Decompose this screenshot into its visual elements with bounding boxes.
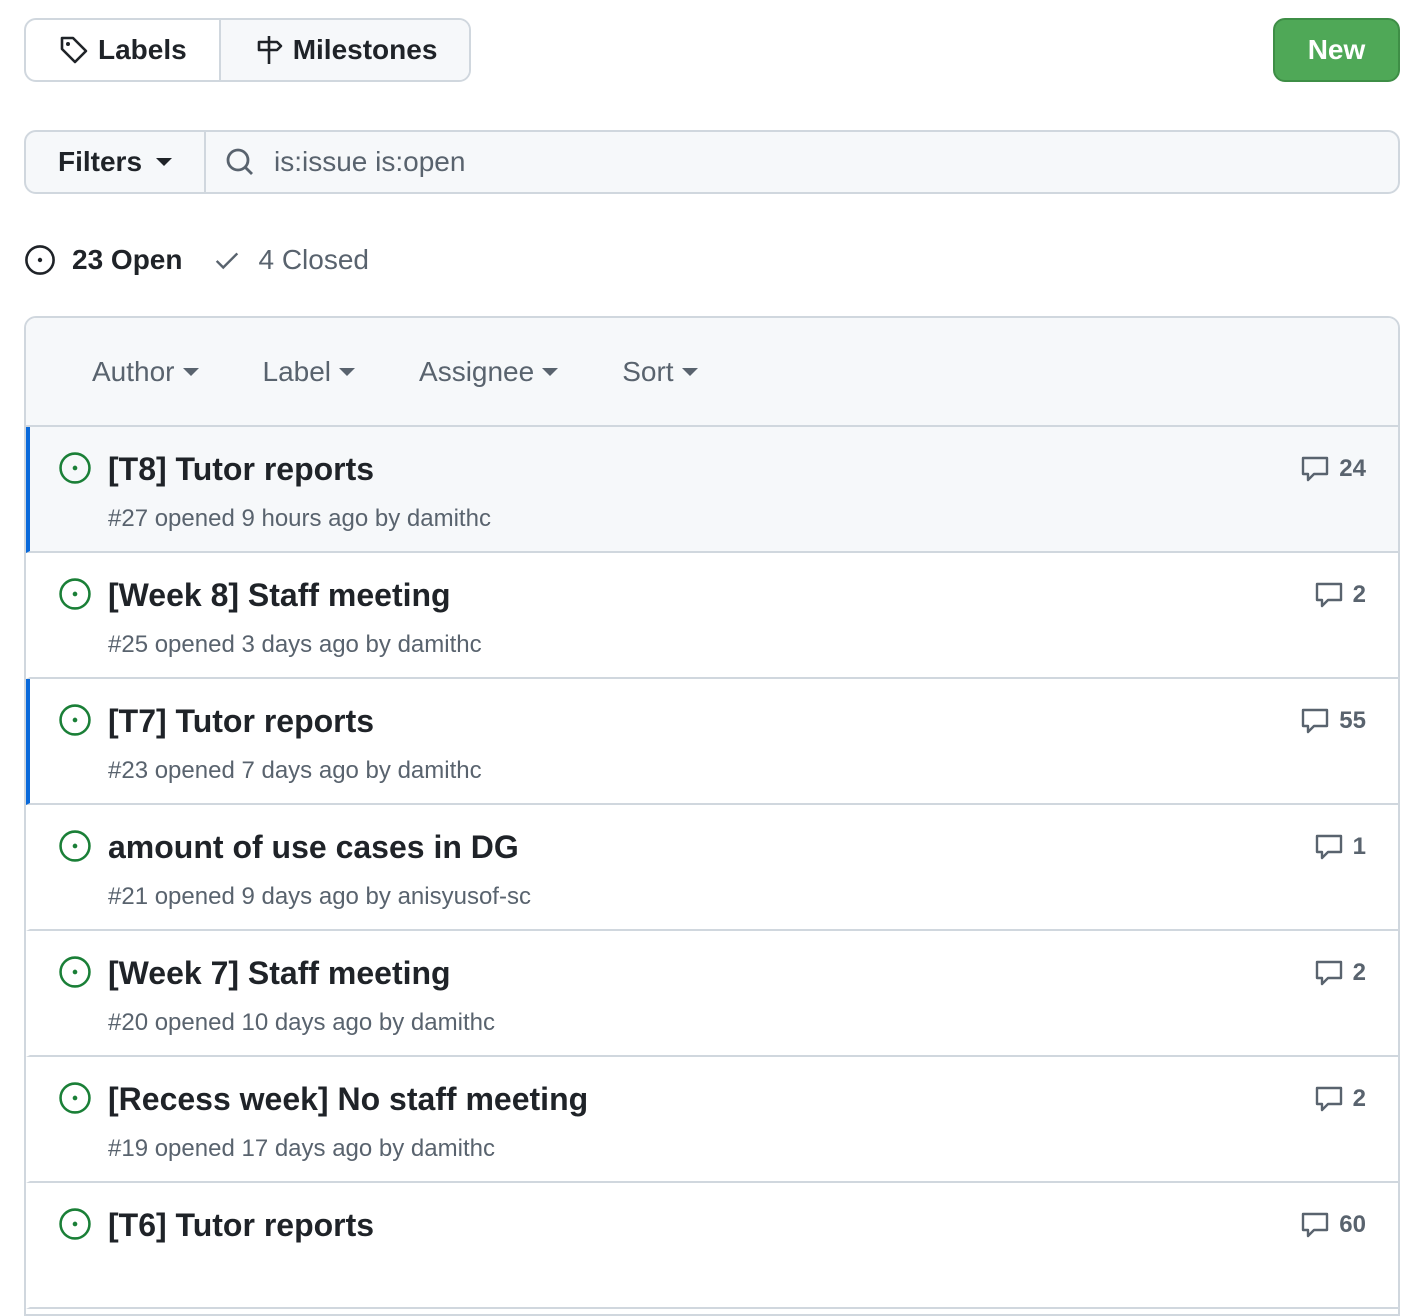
issue-row[interactable]: [Week 7] Staff meeting #20 opened 10 day… xyxy=(26,931,1398,1057)
filters-label: Filters xyxy=(57,146,143,177)
issue-meta: #21 opened 9 days ago by anisyusof-sc xyxy=(108,883,531,910)
issue-open-icon xyxy=(59,956,91,988)
issue-row[interactable]: [Recess week] No staff meeting #19 opene… xyxy=(26,1057,1398,1183)
comment-count: 2 xyxy=(1352,1085,1366,1112)
assignee-label: Assignee xyxy=(419,355,535,387)
issues-list-header: Author Label Assignee Sort xyxy=(26,318,1398,427)
comment-icon xyxy=(1315,960,1342,986)
caret-down-icon xyxy=(681,367,698,376)
closed-issues-tab[interactable]: 4 Closed xyxy=(212,244,369,276)
issue-open-icon xyxy=(25,245,55,275)
caret-down-icon xyxy=(156,158,173,166)
issue-meta: #20 opened 10 days ago by damithc xyxy=(108,1009,495,1036)
issue-meta: #19 opened 17 days ago by damithc xyxy=(108,1135,495,1162)
issue-title[interactable]: amount of use cases in DG xyxy=(108,829,519,866)
labels-milestones-group: Labels Milestones xyxy=(24,18,472,82)
comment-icon xyxy=(1302,456,1329,482)
comment-icon xyxy=(1315,1086,1342,1112)
comment-count: 55 xyxy=(1339,707,1366,734)
comments-link[interactable]: 2 xyxy=(1313,1083,1366,1115)
search-query: is:issue is:open xyxy=(274,146,466,177)
issue-meta: #27 opened 9 hours ago by damithc xyxy=(108,505,491,532)
comment-icon xyxy=(1302,1212,1329,1238)
milestones-label: Milestones xyxy=(292,34,438,65)
filters-dropdown[interactable]: Filters xyxy=(26,132,206,192)
issue-row[interactable]: [T7] Tutor reports #23 opened 7 days ago… xyxy=(26,679,1398,805)
labels-button[interactable]: Labels xyxy=(26,20,219,80)
comment-count: 2 xyxy=(1352,581,1366,608)
label-filter[interactable]: Label xyxy=(263,356,356,388)
sort-filter[interactable]: Sort xyxy=(622,355,698,388)
check-icon xyxy=(216,252,239,270)
open-count: 23 Open xyxy=(72,244,183,275)
milestones-button[interactable]: Milestones xyxy=(218,20,470,80)
issue-title[interactable]: [T7] Tutor reports xyxy=(108,703,374,740)
issue-title[interactable]: [Week 7] Staff meeting xyxy=(108,955,451,992)
issue-title[interactable]: [T6] Tutor reports xyxy=(108,1207,374,1244)
new-issue-button[interactable]: New xyxy=(1273,18,1400,82)
comments-link[interactable]: 1 xyxy=(1313,831,1366,863)
issue-row[interactable]: [T8] Tutor reports #27 opened 9 hours ag… xyxy=(26,427,1398,553)
comment-icon xyxy=(1302,708,1329,734)
issues-list: Author Label Assignee Sort [T8] Tutor re… xyxy=(24,316,1400,1316)
issue-title[interactable]: [T8] Tutor reports xyxy=(108,451,374,488)
issue-meta: #23 opened 7 days ago by damithc xyxy=(108,757,482,784)
caret-down-icon xyxy=(542,367,559,376)
sort-label: Sort xyxy=(622,355,674,387)
comment-icon xyxy=(1315,834,1342,860)
tag-icon xyxy=(60,36,88,64)
author-filter[interactable]: Author xyxy=(92,356,199,388)
comment-count: 1 xyxy=(1352,833,1366,860)
assignee-filter[interactable]: Assignee xyxy=(419,355,559,388)
issue-state-tabs: 23 Open 4 Closed xyxy=(24,244,369,276)
comments-link[interactable]: 2 xyxy=(1313,579,1366,611)
issue-open-icon xyxy=(59,1082,91,1114)
label-label: Label xyxy=(262,355,332,387)
issue-open-icon xyxy=(59,452,91,484)
open-issues-tab[interactable]: 23 Open xyxy=(24,244,182,276)
issue-meta: #25 opened 3 days ago by damithc xyxy=(108,631,482,658)
search-bar: Filters is:issue is:open xyxy=(24,130,1400,194)
issue-open-icon xyxy=(59,578,91,610)
issue-row[interactable]: [Week 8] Staff meeting #25 opened 3 days… xyxy=(26,553,1398,679)
comments-link[interactable]: 60 xyxy=(1299,1209,1366,1241)
caret-down-icon xyxy=(339,367,356,376)
closed-count: 4 Closed xyxy=(258,244,369,275)
issue-open-icon xyxy=(59,830,91,862)
search-icon xyxy=(226,148,253,175)
issue-open-icon xyxy=(59,704,91,736)
comment-count: 2 xyxy=(1352,959,1366,986)
comments-link[interactable]: 24 xyxy=(1299,453,1366,485)
author-label: Author xyxy=(92,355,175,387)
issue-title[interactable]: [Recess week] No staff meeting xyxy=(108,1081,588,1118)
labels-label: Labels xyxy=(98,34,187,65)
search-input[interactable]: is:issue is:open xyxy=(206,132,1398,192)
issue-title[interactable]: [Week 8] Staff meeting xyxy=(108,577,451,614)
comments-link[interactable]: 55 xyxy=(1299,705,1366,737)
comment-count: 60 xyxy=(1339,1211,1366,1238)
milestone-icon xyxy=(257,36,283,64)
caret-down-icon xyxy=(182,367,199,376)
comment-count: 24 xyxy=(1339,455,1366,482)
issue-row[interactable]: [T6] Tutor reports 60 xyxy=(26,1183,1398,1309)
comments-link[interactable]: 2 xyxy=(1313,957,1366,989)
comment-icon xyxy=(1315,582,1342,608)
issue-row[interactable]: amount of use cases in DG #21 opened 9 d… xyxy=(26,805,1398,931)
